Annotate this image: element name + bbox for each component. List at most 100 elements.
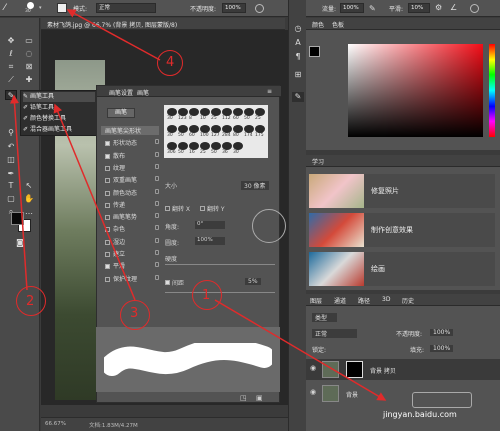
eraser-tool-icon[interactable]: ◫ xyxy=(5,155,17,165)
hardness-slider[interactable] xyxy=(165,264,275,265)
option-checkbox[interactable] xyxy=(105,252,110,257)
lasso-tool-icon[interactable]: ℓ xyxy=(5,49,17,59)
option-checkbox[interactable] xyxy=(105,227,110,233)
option-checkbox[interactable] xyxy=(105,141,110,147)
tab-3d[interactable]: 3D xyxy=(382,296,390,303)
brush-tip-preset[interactable] xyxy=(222,142,232,150)
option-checkbox[interactable] xyxy=(105,190,110,196)
brush-preset-picker[interactable]: 30 xyxy=(24,2,38,15)
brush-tip-preset[interactable] xyxy=(211,125,221,133)
properties-panel-icon[interactable]: ⊞ xyxy=(292,70,304,80)
brush-tip-preset[interactable] xyxy=(233,142,243,150)
brush-option-item[interactable]: 杂色 xyxy=(105,224,159,233)
brush-option-item[interactable]: 湿边 xyxy=(105,237,159,246)
size-value[interactable]: 30 像素 xyxy=(241,181,269,190)
brush-tip-preset[interactable] xyxy=(200,142,210,150)
angle-icon[interactable]: ∠ xyxy=(450,3,457,12)
layer-opacity-input[interactable]: 100% xyxy=(430,329,454,336)
brush-tip-preset[interactable] xyxy=(211,142,221,150)
tab-swatches[interactable]: 色板 xyxy=(332,20,344,29)
brush-angle-widget[interactable] xyxy=(252,209,286,243)
brush-tip-preset[interactable] xyxy=(233,125,243,133)
more-tools-icon[interactable]: … xyxy=(23,207,35,217)
brush-tip-preset[interactable] xyxy=(178,125,188,133)
tab-color[interactable]: 颜色 xyxy=(312,20,324,29)
brush-tip-preset[interactable] xyxy=(222,108,232,116)
lock-icon[interactable] xyxy=(155,151,159,157)
tab-brush-settings[interactable]: 画笔设置 xyxy=(109,88,133,97)
brush-tip-preset[interactable] xyxy=(167,108,177,116)
lock-icon[interactable] xyxy=(155,262,159,268)
document-tab[interactable]: 素材飞鸽.jpg @ 66.7% (背景 拷贝, 图层蒙版/8) xyxy=(41,18,285,30)
lock-icon[interactable] xyxy=(155,200,159,206)
type-tool-icon[interactable]: T xyxy=(5,181,17,191)
tab-channels[interactable]: 通道 xyxy=(334,296,346,305)
history-brush-tool-icon[interactable]: ↶ xyxy=(5,142,17,152)
pressure-size-icon[interactable] xyxy=(470,4,479,13)
quick-select-tool-icon[interactable]: ◌ xyxy=(23,49,35,59)
option-checkbox[interactable] xyxy=(105,264,110,270)
artboard-tool-icon[interactable]: ▭ xyxy=(23,36,35,46)
flyout-item-pencil[interactable]: ✐ 铅笔工具 xyxy=(23,103,95,113)
brush-option-item[interactable]: 纹理 xyxy=(105,163,159,172)
brush-option-item[interactable]: 颜色动态 xyxy=(105,188,159,197)
brush-tip-preset[interactable] xyxy=(244,108,254,116)
brush-tip-preset[interactable] xyxy=(222,125,232,133)
lock-icon[interactable] xyxy=(155,237,159,243)
hand-tool-icon[interactable]: ✋ xyxy=(23,194,35,204)
brush-tip-preset[interactable] xyxy=(178,142,188,150)
option-checkbox[interactable] xyxy=(105,178,110,184)
option-checkbox[interactable] xyxy=(105,276,110,282)
hue-slider[interactable] xyxy=(489,44,495,137)
brush-tip-preset[interactable] xyxy=(211,108,221,116)
character-panel-icon[interactable]: A xyxy=(292,38,304,48)
lock-icon[interactable] xyxy=(155,274,159,280)
learn-card-painting[interactable]: 绘画 xyxy=(309,252,495,286)
brush-tool-active-icon[interactable]: ✎ xyxy=(5,90,17,100)
brush-option-item[interactable]: 建立 xyxy=(105,249,159,258)
quick-mask-icon[interactable]: ◙ xyxy=(14,238,26,248)
pen-tool-icon[interactable]: ✒ xyxy=(5,169,17,179)
color-picker-field[interactable] xyxy=(348,44,483,137)
angle-input[interactable]: 0° xyxy=(195,221,225,229)
layer-kind-filter[interactable]: 类型 xyxy=(312,313,338,322)
lock-icon[interactable] xyxy=(155,176,159,182)
option-checkbox[interactable] xyxy=(105,202,110,208)
tab-brushes[interactable]: 画笔 xyxy=(137,88,149,97)
brush-option-item[interactable]: 画笔笔势 xyxy=(105,212,159,221)
lock-icon[interactable] xyxy=(155,250,159,255)
brush-settings-panel-icon[interactable]: ✎ xyxy=(292,92,304,102)
move-tool-icon[interactable]: ✥ xyxy=(5,36,17,46)
shape-tool-icon[interactable]: ▢ xyxy=(5,194,17,204)
blend-mode-select[interactable]: 正常 xyxy=(312,329,358,338)
tab-history[interactable]: 历史 xyxy=(402,296,414,305)
brush-tip-preset[interactable] xyxy=(255,108,265,116)
brush-tip-preset[interactable] xyxy=(200,125,210,133)
lock-icon[interactable] xyxy=(155,225,159,231)
layer-name[interactable]: 背景 xyxy=(346,390,358,399)
new-brush-icon[interactable]: ◳ xyxy=(240,394,247,402)
option-checkbox[interactable] xyxy=(105,239,110,245)
paragraph-panel-icon[interactable]: ¶ xyxy=(292,52,304,62)
frame-tool-icon[interactable]: ⊠ xyxy=(23,62,35,72)
eyedropper-tool-icon[interactable]: ⟋ xyxy=(5,75,17,85)
path-select-tool-icon[interactable]: ↖ xyxy=(23,181,35,191)
spacing-checkbox[interactable]: 间距 xyxy=(165,278,184,287)
flip-x-checkbox[interactable]: 翻转 X xyxy=(165,204,190,213)
brush-tool-icon[interactable]: ⁄ xyxy=(4,3,14,13)
flyout-item-brush[interactable]: ✎ 画笔工具 xyxy=(23,92,95,102)
zoom-level[interactable]: 66.67% xyxy=(45,421,66,427)
eye-icon[interactable]: ◉ xyxy=(310,388,316,396)
brush-tip-preset[interactable] xyxy=(189,108,199,116)
spacing-value[interactable]: 5% xyxy=(245,278,261,285)
lock-icon[interactable] xyxy=(155,213,159,219)
brush-option-item[interactable]: 双重画笔 xyxy=(105,175,159,184)
foreground-color-swatch[interactable] xyxy=(11,212,24,225)
gear-icon[interactable]: ⚙ xyxy=(435,3,442,12)
brush-option-item[interactable]: 画笔笔尖形状 xyxy=(101,126,159,135)
lock-icon[interactable] xyxy=(155,139,159,145)
flow-input[interactable]: 100% xyxy=(340,3,364,13)
history-panel-icon[interactable]: ◷ xyxy=(292,24,304,34)
brush-tip-preset[interactable] xyxy=(200,108,210,116)
brush-tip-preset[interactable] xyxy=(255,125,265,133)
